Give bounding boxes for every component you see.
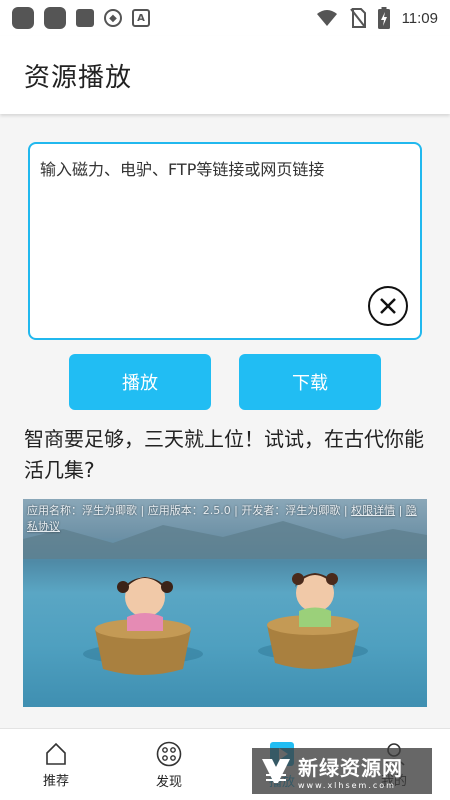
notification-icon: [76, 9, 94, 27]
clear-button[interactable]: [368, 286, 408, 326]
link-input[interactable]: 输入磁力、电驴、FTP等链接或网页链接: [28, 142, 422, 340]
watermark-text-group: 新绿资源网 www.xlhsem.com: [298, 752, 403, 790]
download-button[interactable]: 下载: [239, 354, 381, 410]
battery-charging-icon: [377, 7, 390, 29]
status-bar: ◆ A 11:09: [0, 0, 450, 36]
discover-icon: [156, 741, 182, 766]
watermark: 新绿资源网 www.xlhsem.com: [252, 748, 432, 794]
home-icon: [46, 742, 66, 765]
nav-item-discover[interactable]: 发现: [124, 729, 214, 800]
page-title: 资源播放: [24, 62, 133, 93]
nav-item-recommend[interactable]: 推荐: [11, 729, 101, 800]
status-bar-right: 11:09: [316, 7, 438, 29]
no-sim-icon: [349, 8, 366, 28]
watermark-text: 新绿资源网: [298, 756, 403, 780]
ad-app-info: 应用名称：浮生为卿歌 | 应用版本：2.5.0 | 开发者：浮生为卿歌 | 权限…: [27, 503, 423, 535]
watermark-logo-icon: [262, 759, 290, 783]
ad-title[interactable]: 智商要足够，三天就上位！试试，在古代你能活几集?: [24, 424, 428, 486]
wifi-icon: [316, 10, 337, 26]
ad-meta-text: 应用名称：浮生为卿歌 | 应用版本：2.5.0 | 开发者：浮生为卿歌 |: [27, 504, 352, 517]
nav-label: 推荐: [42, 773, 69, 789]
notification-icon: [12, 7, 34, 29]
close-icon: [380, 298, 396, 314]
status-time: 11:09: [401, 9, 438, 27]
status-bar-left: ◆ A: [12, 7, 150, 29]
shield-icon: ◆: [104, 9, 122, 27]
notification-icon: [44, 7, 66, 29]
link-input-placeholder: 输入磁力、电驴、FTP等链接或网页链接: [40, 160, 325, 179]
play-button[interactable]: 播放: [69, 354, 211, 410]
ad-meta-separator: |: [395, 504, 406, 517]
permission-details-link[interactable]: 权限详情: [351, 504, 395, 517]
ad-banner[interactable]: 应用名称：浮生为卿歌 | 应用版本：2.5.0 | 开发者：浮生为卿歌 | 权限…: [23, 499, 427, 707]
app-header: 资源播放: [0, 36, 450, 114]
nav-label: 发现: [155, 774, 182, 790]
a-icon: A: [132, 9, 150, 27]
watermark-url: www.xlhsem.com: [298, 781, 396, 790]
